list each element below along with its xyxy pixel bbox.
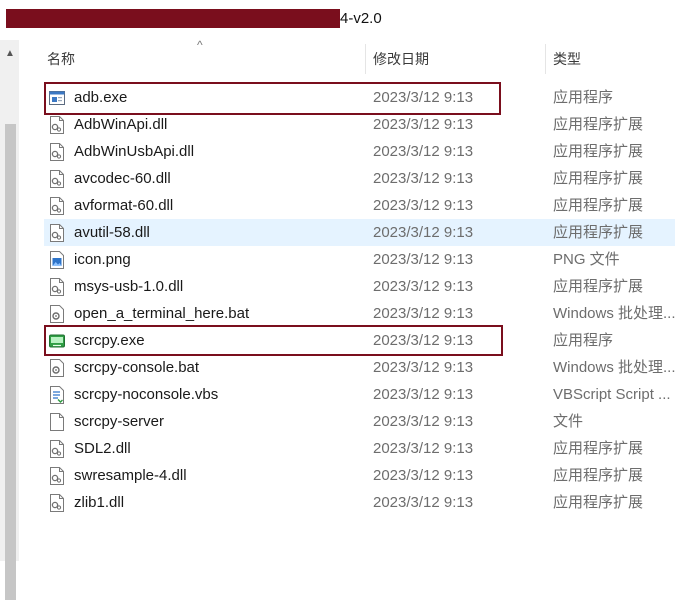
file-modified-date: 2023/3/12 9:13 xyxy=(373,224,474,241)
dll-file-icon xyxy=(49,224,65,242)
title-redaction-bar xyxy=(6,9,340,28)
file-name: AdbWinApi.dll xyxy=(74,116,168,133)
file-row[interactable]: zlib1.dll 2023/3/12 9:13 应用程序扩展 xyxy=(44,489,675,516)
file-type: Windows 批处理... xyxy=(553,305,675,322)
file-modified-date: 2023/3/12 9:13 xyxy=(373,116,474,133)
file-name: scrcpy-server xyxy=(74,413,165,430)
file-name: SDL2.dll xyxy=(74,440,131,457)
dll-file-icon xyxy=(49,170,65,188)
dll-file-icon xyxy=(49,440,65,458)
column-header-name[interactable]: 名称 xyxy=(47,40,75,78)
file-type: VBScript Script ... xyxy=(553,386,671,403)
file-type: PNG 文件 xyxy=(553,251,620,268)
file-name: AdbWinUsbApi.dll xyxy=(74,143,195,160)
window-title-text: 4-v2.0 xyxy=(340,10,382,27)
file-row[interactable]: avformat-60.dll 2023/3/12 9:13 应用程序扩展 xyxy=(44,192,675,219)
column-divider[interactable] xyxy=(545,44,546,74)
file-modified-date: 2023/3/12 9:13 xyxy=(373,170,474,187)
highlight-box-adb xyxy=(44,82,501,115)
file-row[interactable]: scrcpy-console.bat 2023/3/12 9:13 Windows … xyxy=(44,354,675,381)
file-row[interactable]: avcodec-60.dll 2023/3/12 9:13 应用程序扩展 xyxy=(44,165,675,192)
bat-file-icon xyxy=(49,359,65,377)
file-row[interactable]: msys-usb-1.0.dll 2023/3/12 9:13 应用程序扩展 xyxy=(44,273,675,300)
column-divider[interactable] xyxy=(365,44,366,74)
file-name: zlib1.dll xyxy=(74,494,125,511)
file-modified-date: 2023/3/12 9:13 xyxy=(373,494,474,511)
column-header-date[interactable]: 修改日期 xyxy=(373,40,429,78)
file-type: 应用程序 xyxy=(553,332,614,349)
file-row[interactable]: scrcpy-noconsole.vbs 2023/3/12 9:13 VBScri… xyxy=(44,381,675,408)
file-modified-date: 2023/3/12 9:13 xyxy=(373,359,474,376)
vertical-scrollbar[interactable]: ▲ xyxy=(0,40,19,600)
file-row[interactable]: AdbWinApi.dll 2023/3/12 9:13 应用程序扩展 xyxy=(44,111,675,138)
file-name: open_a_terminal_here.bat xyxy=(74,305,250,322)
file-type: 应用程序扩展 xyxy=(553,278,644,295)
file-modified-date: 2023/3/12 9:13 xyxy=(373,413,474,430)
file-type: 应用程序扩展 xyxy=(553,494,644,511)
file-row[interactable]: scrcpy-server 2023/3/12 9:13 文件 xyxy=(44,408,675,435)
file-name: scrcpy-noconsole.vbs xyxy=(74,386,219,403)
file-modified-date: 2023/3/12 9:13 xyxy=(373,305,474,322)
file-type: 应用程序扩展 xyxy=(553,440,644,457)
file-modified-date: 2023/3/12 9:13 xyxy=(373,278,474,295)
file-name: icon.png xyxy=(74,251,131,268)
file-type: 应用程序扩展 xyxy=(553,143,644,160)
column-header-type[interactable]: 类型 xyxy=(553,40,581,78)
file-type: 应用程序扩展 xyxy=(553,116,644,133)
dll-file-icon xyxy=(49,143,65,161)
dll-file-icon xyxy=(49,116,65,134)
file-modified-date: 2023/3/12 9:13 xyxy=(373,440,474,457)
window-title-bar: 4-v2.0 xyxy=(0,0,675,36)
file-type: 文件 xyxy=(553,413,584,430)
scrollbar-thumb[interactable] xyxy=(5,124,16,600)
file-type: 应用程序扩展 xyxy=(553,467,644,484)
file-row[interactable]: icon.png 2023/3/12 9:13 PNG 文件 xyxy=(44,246,675,273)
file-name: avcodec-60.dll xyxy=(74,170,171,187)
vbs-script-icon xyxy=(49,386,65,404)
dll-file-icon xyxy=(49,197,65,215)
file-row[interactable]: swresample-4.dll 2023/3/12 9:13 应用程序扩展 xyxy=(44,462,675,489)
file-row[interactable]: SDL2.dll 2023/3/12 9:13 应用程序扩展 xyxy=(44,435,675,462)
dll-file-icon xyxy=(49,467,65,485)
file-modified-date: 2023/3/12 9:13 xyxy=(373,197,474,214)
blank-file-icon xyxy=(49,413,65,431)
file-type: 应用程序扩展 xyxy=(553,170,644,187)
png-image-icon xyxy=(49,251,65,269)
file-modified-date: 2023/3/12 9:13 xyxy=(373,143,474,160)
file-row[interactable]: AdbWinUsbApi.dll 2023/3/12 9:13 应用程序扩展 xyxy=(44,138,675,165)
bat-file-icon xyxy=(49,305,65,323)
file-type: 应用程序扩展 xyxy=(553,197,644,214)
file-modified-date: 2023/3/12 9:13 xyxy=(373,467,474,484)
file-type: 应用程序扩展 xyxy=(553,224,644,241)
highlight-box-scrcpy xyxy=(44,325,503,356)
column-header-row: ^ 名称 修改日期 类型 xyxy=(19,38,675,78)
dll-file-icon xyxy=(49,494,65,512)
file-row[interactable]: open_a_terminal_here.bat 2023/3/12 9:13 Wi… xyxy=(44,300,675,327)
sort-ascending-caret-icon: ^ xyxy=(197,38,203,52)
file-modified-date: 2023/3/12 9:13 xyxy=(373,251,474,268)
file-name: msys-usb-1.0.dll xyxy=(74,278,184,295)
file-row[interactable]: avutil-58.dll 2023/3/12 9:13 应用程序扩展 xyxy=(44,219,675,246)
file-name: avutil-58.dll xyxy=(74,224,150,241)
file-type: 应用程序 xyxy=(553,89,614,106)
file-type: Windows 批处理... xyxy=(553,359,675,376)
dll-file-icon xyxy=(49,278,65,296)
file-name: swresample-4.dll xyxy=(74,467,187,484)
file-name: avformat-60.dll xyxy=(74,197,174,214)
file-name: scrcpy-console.bat xyxy=(74,359,200,376)
file-modified-date: 2023/3/12 9:13 xyxy=(373,386,474,403)
scroll-up-arrow-icon[interactable]: ▲ xyxy=(5,49,15,59)
